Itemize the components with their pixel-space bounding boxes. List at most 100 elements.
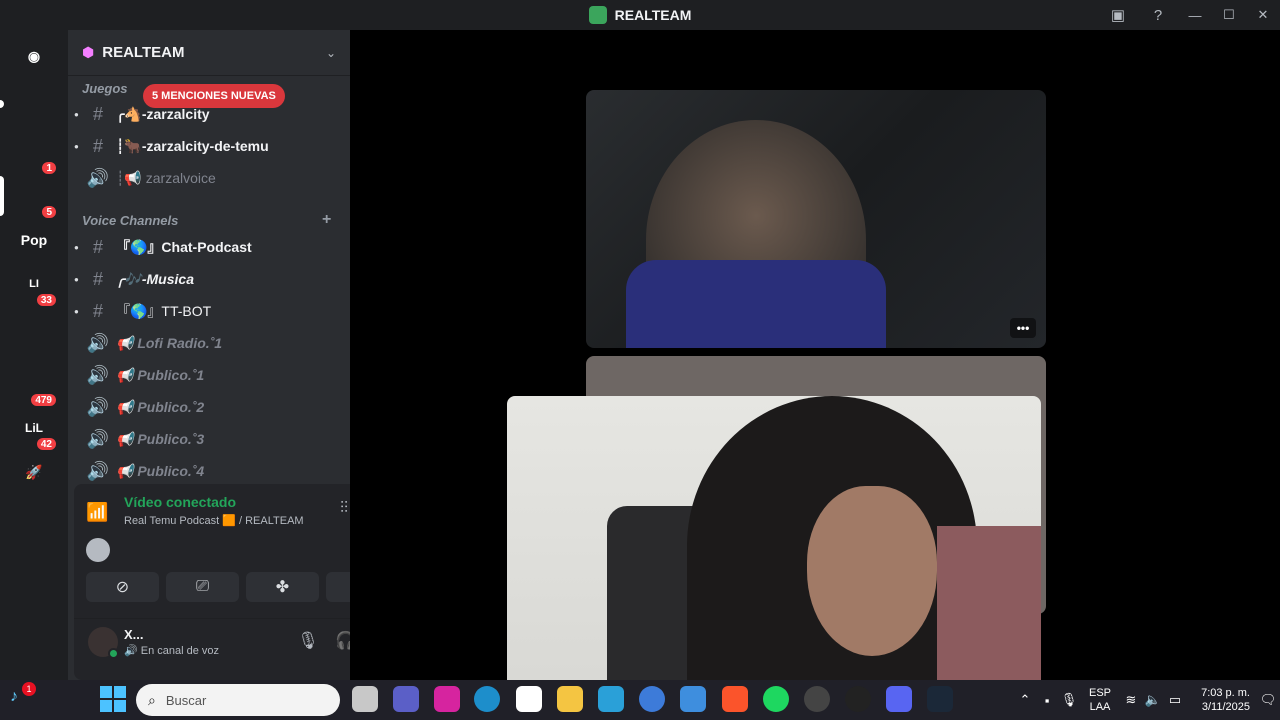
channel-item[interactable]: ● # 『🌎』TT-BOT (74, 296, 344, 326)
unread-dot: ● (74, 141, 79, 151)
video-tile[interactable]: ••• (586, 90, 1046, 348)
wifi-icon[interactable]: ≋ (1120, 692, 1142, 708)
server-icon-lil[interactable]: LiL 42 (14, 408, 58, 452)
server-label: Pop (20, 232, 48, 248)
notifications-icon[interactable]: 🗨 (1256, 692, 1280, 708)
category-label: Juegos (82, 80, 128, 96)
server-icon-realteam[interactable]: 5 (14, 176, 58, 220)
server-badge: 5 (40, 204, 58, 220)
category-juegos[interactable]: Juegos (82, 78, 128, 98)
channel-item[interactable]: 🔊 📢 Publico.˚3 (74, 424, 344, 454)
start-button[interactable] (100, 686, 126, 712)
clock-date: 3/11/2025 (1201, 701, 1250, 713)
share-screen-button[interactable]: ⎚ (166, 572, 239, 602)
channel-item[interactable]: 🔊 ┊📢 zarzalvoice (74, 163, 344, 193)
server-icon-rocket[interactable]: 🚀 (14, 452, 54, 492)
voice-participant-avatar[interactable] (86, 538, 110, 562)
channel-item[interactable]: ● # 『🌎』Chat-Podcast (74, 232, 344, 262)
help-icon[interactable]: ? (1138, 0, 1178, 30)
text-channel-icon: # (92, 135, 103, 156)
search-box[interactable]: ⌕ Buscar (136, 684, 340, 716)
channel-item[interactable]: 🔊 📢 Lofi Radio.˚1 (74, 328, 344, 358)
server-icon-pop[interactable]: Pop (14, 220, 54, 260)
activities-icon: ✤ (275, 579, 290, 596)
server-icon-1[interactable] (14, 88, 54, 128)
discord-home-button[interactable]: ◉ (14, 36, 54, 76)
add-channel-icon[interactable]: + (322, 211, 331, 229)
text-channel-icon: # (92, 268, 103, 289)
voice-channel-icon: 🔊 (86, 396, 110, 417)
clock[interactable]: 7:03 p. m. 3/11/2025 (1186, 686, 1256, 714)
voice-channel-link[interactable]: Real Temu Podcast 🟧 / REALTEAM (124, 514, 304, 527)
channel-name: 『🌎』Chat-Podcast (116, 239, 252, 255)
more-options-button[interactable]: ••• (1010, 318, 1036, 338)
app-icon[interactable] (804, 686, 830, 712)
task-view-icon[interactable] (352, 686, 378, 712)
server-icon-2[interactable]: 1 (14, 132, 58, 176)
inbox-icon[interactable]: ▣ (1098, 0, 1138, 30)
channel-item[interactable]: 🔊 📢 Publico.˚2 (74, 392, 344, 422)
channel-name: 📢 Lofi Radio.˚1 (116, 334, 223, 351)
close-button[interactable]: ✕ (1246, 0, 1280, 30)
rocket-icon: 🚀 (25, 463, 43, 480)
brave-icon[interactable] (722, 686, 748, 712)
steam-icon[interactable] (927, 686, 953, 712)
voice-status[interactable]: Vídeo conectado (124, 494, 236, 510)
channel-item[interactable]: 🔊 📢 Publico.˚1 (74, 360, 344, 390)
chevron-down-icon[interactable]: ⌄ (326, 46, 336, 60)
maximize-button[interactable]: ☐ (1212, 0, 1246, 30)
chevron-up-icon[interactable]: ⌃ (1014, 692, 1036, 708)
title-bar: REALTEAM ▣ ? — ☐ ✕ (0, 0, 1280, 30)
server-header[interactable]: ⬢ REALTEAM ⌄ (68, 30, 350, 76)
camera-off-button[interactable]: ⊘ (86, 572, 159, 602)
channel-name: 📢 Publico.˚3 (116, 430, 205, 447)
selected-server-indicator (0, 176, 4, 216)
username[interactable]: X... (124, 627, 144, 642)
server-icon-sticker[interactable] (14, 320, 54, 360)
channel-item[interactable]: ● # ╭🎶-Musica (74, 264, 344, 294)
category-voice-channels[interactable]: Voice Channels + (82, 210, 331, 230)
channel-list: Juegos 5 MENCIONES NUEVAS ● # ╭🐴-zarzalc… (68, 76, 350, 484)
battery-icon[interactable]: ▭ (1164, 692, 1186, 708)
volume-icon[interactable]: 🔈 (1142, 692, 1164, 708)
server-badge: 1 (40, 160, 58, 176)
online-status-icon (108, 648, 119, 659)
discord-taskbar-icon[interactable] (886, 686, 912, 712)
language-indicator[interactable]: ESP LAA (1080, 686, 1120, 714)
app-tray-icon[interactable]: ▪ (1036, 693, 1058, 708)
picture-in-picture-video[interactable] (507, 396, 1041, 696)
channel-item[interactable]: 🔊 📢 Publico.˚4 (74, 456, 344, 484)
app-icon[interactable] (680, 686, 706, 712)
search-icon: ⌕ (148, 691, 156, 708)
channel-item[interactable]: ● # ╭🐴-zarzalcity (74, 99, 344, 129)
server-icon-yellow[interactable]: 479 (14, 364, 58, 408)
window-title: REALTEAM (588, 6, 692, 24)
text-channel-icon: # (92, 103, 103, 124)
activities-button[interactable]: ✤ (246, 572, 319, 602)
channel-item[interactable]: ● # ┊🐂-zarzalcity-de-temu (74, 131, 344, 161)
server-icon-li[interactable]: LI 33 (14, 264, 58, 308)
channel-name: ┊🐂-zarzalcity-de-temu (116, 137, 269, 154)
instagram-icon[interactable] (434, 686, 460, 712)
edge-icon[interactable] (474, 686, 500, 712)
app-icon[interactable] (639, 686, 665, 712)
window-title-text: REALTEAM (614, 7, 692, 23)
app-icon[interactable] (598, 686, 624, 712)
connection-signal-icon[interactable]: 📶 (86, 502, 108, 523)
server-badge: 42 (34, 436, 58, 452)
unread-indicator (0, 100, 4, 108)
spotify-icon[interactable] (763, 686, 789, 712)
minimize-button[interactable]: — (1178, 0, 1212, 30)
search-placeholder: Buscar (165, 692, 207, 708)
noise-suppression-icon[interactable]: ⫶⫶ (340, 500, 348, 518)
teams-icon[interactable] (393, 686, 419, 712)
keyboard-layout: LAA (1089, 701, 1111, 713)
microphone-tray-icon[interactable]: 🎙 (1058, 692, 1080, 708)
file-explorer-icon[interactable] (557, 686, 583, 712)
text-channel-icon: # (92, 300, 103, 321)
microphone-icon[interactable]: 🎙 (296, 629, 320, 653)
store-icon[interactable] (516, 686, 542, 712)
camera-off-icon: ⊘ (115, 579, 130, 596)
clock-time: 7:03 p. m. (1201, 687, 1250, 699)
app-icon[interactable] (845, 686, 871, 712)
